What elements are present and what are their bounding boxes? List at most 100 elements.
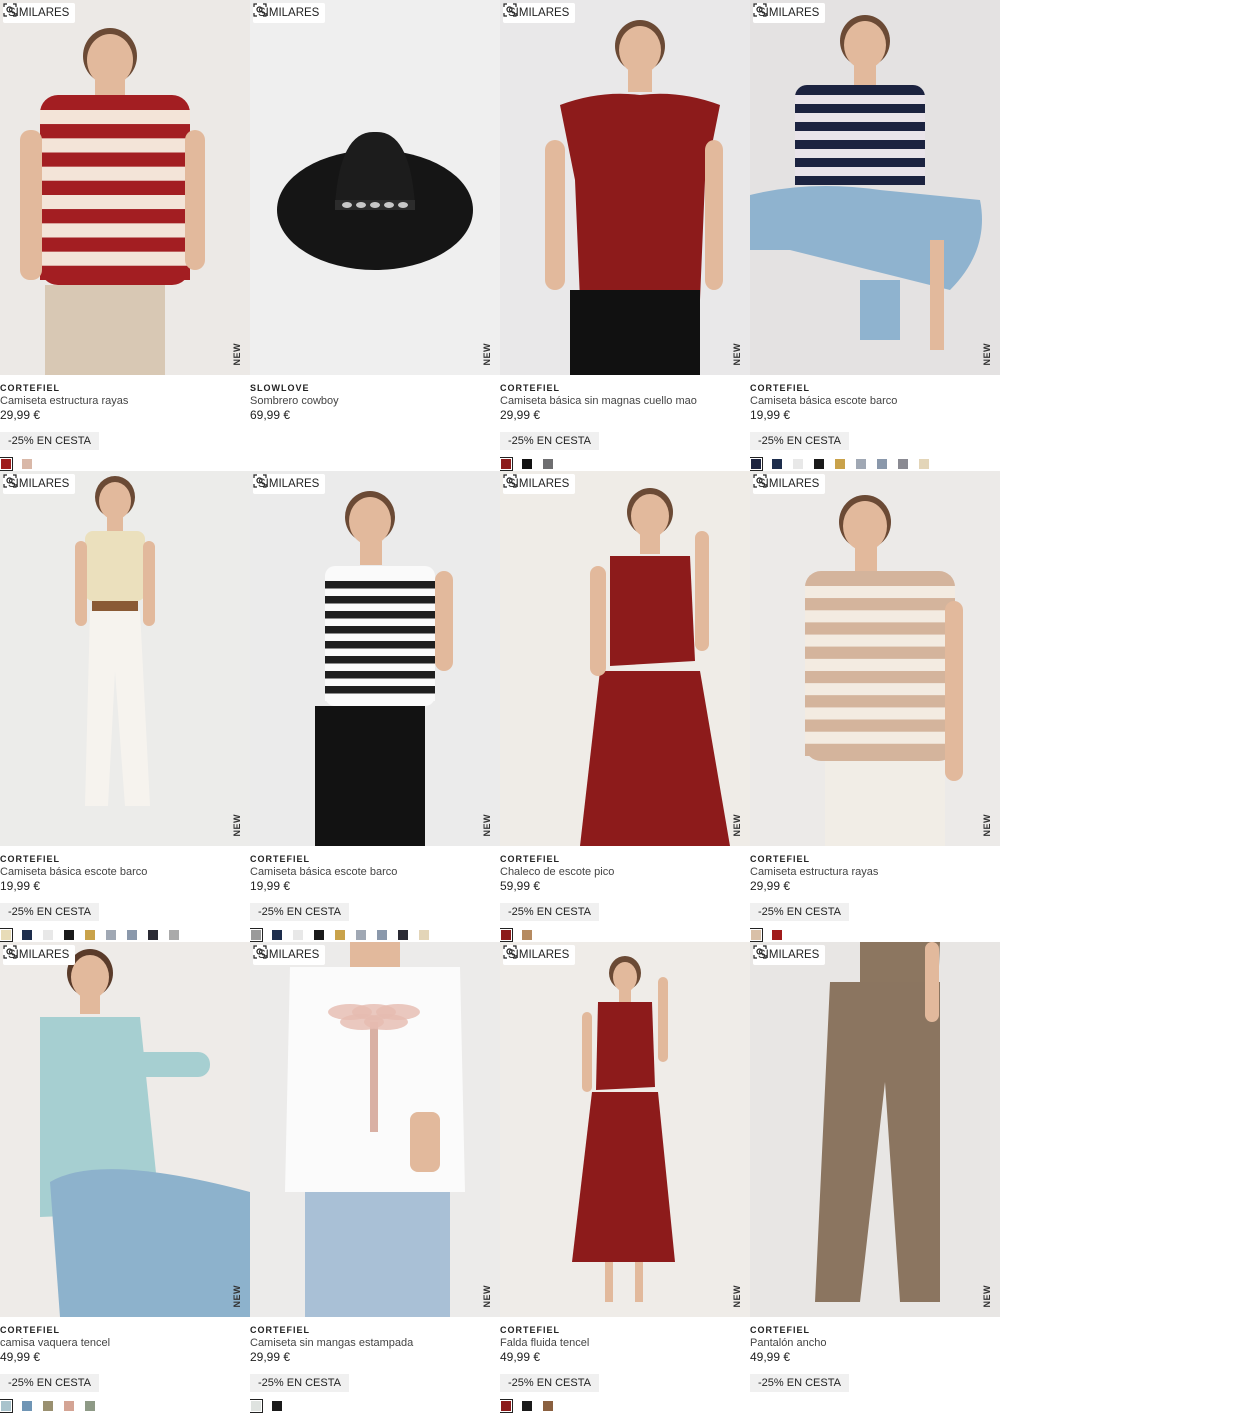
color-swatch[interactable] — [85, 1401, 95, 1411]
color-swatch[interactable] — [750, 457, 763, 471]
similar-button[interactable]: SIMILARES — [3, 945, 76, 965]
color-swatch[interactable] — [43, 1401, 53, 1411]
color-swatch[interactable] — [22, 459, 32, 469]
color-swatch[interactable] — [835, 459, 845, 469]
similar-button[interactable]: SIMILARES — [3, 474, 76, 494]
product-card[interactable]: SIMILARES NEW CORTEFIEL camisa vaquera tenc… — [0, 942, 250, 1413]
product-name[interactable]: Camiseta básica escote barco — [0, 865, 248, 879]
color-swatch[interactable] — [522, 459, 532, 469]
color-swatch[interactable] — [522, 930, 532, 940]
color-swatch[interactable] — [772, 930, 782, 940]
similar-label: SIMILARES — [758, 7, 820, 19]
product-card[interactable]: SIMILARES NEW CORTEFIEL Camiseta estructura… — [0, 0, 250, 471]
product-name[interactable]: Camiseta básica sin magnas cuello mao — [500, 394, 748, 408]
product-photo — [572, 956, 675, 1302]
color-swatch[interactable] — [22, 1401, 32, 1411]
product-card[interactable]: SIMILARES NEW CORTEFIEL Camiseta básica esc… — [0, 471, 250, 942]
color-swatch[interactable] — [772, 459, 782, 469]
product-image[interactable]: SIMILARES NEW — [500, 942, 750, 1317]
similar-label: SIMILARES — [508, 478, 570, 490]
product-card[interactable]: SIMILARES NEW SLOWLOVE Sombrero cowboy 69,99… — [250, 0, 500, 471]
similar-button[interactable]: SIMILARES — [253, 945, 326, 965]
color-swatch[interactable] — [750, 928, 763, 942]
product-card[interactable]: SIMILARES NEW CORTEFIEL Camiseta sin mangas… — [250, 942, 500, 1413]
product-card[interactable]: SIMILARES NEW CORTEFIEL Camiseta básica esc… — [250, 471, 500, 942]
product-image[interactable]: SIMILARES NEW — [750, 471, 1000, 846]
color-swatch[interactable] — [356, 930, 366, 940]
color-swatch[interactable] — [106, 930, 116, 940]
product-image[interactable]: SIMILARES NEW — [250, 471, 500, 846]
product-name[interactable]: Camiseta básica escote barco — [250, 865, 498, 879]
product-image[interactable]: SIMILARES NEW — [250, 942, 500, 1317]
similar-button[interactable]: SIMILARES — [753, 3, 826, 23]
product-name[interactable]: camisa vaquera tencel — [0, 1336, 248, 1350]
color-swatch[interactable] — [856, 459, 866, 469]
product-image[interactable]: SIMILARES NEW — [750, 942, 1000, 1317]
product-name[interactable]: Sombrero cowboy — [250, 394, 498, 408]
color-swatch[interactable] — [272, 1401, 282, 1411]
product-image[interactable]: SIMILARES NEW — [0, 0, 250, 375]
similar-button[interactable]: SIMILARES — [503, 3, 576, 23]
color-swatch[interactable] — [148, 930, 158, 940]
product-image[interactable]: SIMILARES NEW — [500, 471, 750, 846]
color-swatch[interactable] — [43, 930, 53, 940]
product-card[interactable]: SIMILARES NEW CORTEFIEL Falda fluida tencel… — [500, 942, 750, 1413]
color-swatch[interactable] — [272, 930, 282, 940]
color-swatch[interactable] — [398, 930, 408, 940]
color-swatch[interactable] — [543, 459, 553, 469]
product-name[interactable]: Falda fluida tencel — [500, 1336, 748, 1350]
color-swatch[interactable] — [522, 1401, 532, 1411]
product-card[interactable]: SIMILARES NEW CORTEFIEL Chaleco de escote p… — [500, 471, 750, 942]
color-swatch[interactable] — [0, 928, 13, 942]
color-swatch[interactable] — [419, 930, 429, 940]
product-card[interactable]: SIMILARES NEW CORTEFIEL Camiseta básica sin… — [500, 0, 750, 471]
color-swatch[interactable] — [293, 930, 303, 940]
color-swatch[interactable] — [500, 928, 513, 942]
color-swatch[interactable] — [898, 459, 908, 469]
similar-button[interactable]: SIMILARES — [753, 474, 826, 494]
color-swatch[interactable] — [85, 930, 95, 940]
similar-button[interactable]: SIMILARES — [753, 945, 826, 965]
similar-button[interactable]: SIMILARES — [253, 474, 326, 494]
color-swatch[interactable] — [0, 457, 13, 471]
color-swatch[interactable] — [250, 928, 263, 942]
similar-button[interactable]: SIMILARES — [503, 945, 576, 965]
color-swatch[interactable] — [543, 1401, 553, 1411]
color-swatch[interactable] — [169, 930, 179, 940]
color-swatch[interactable] — [64, 1401, 74, 1411]
visual-search-icon — [3, 945, 17, 959]
promo-badge: -25% EN CESTA — [250, 1374, 349, 1392]
visual-search-icon — [3, 3, 17, 17]
product-name[interactable]: Pantalón ancho — [750, 1336, 998, 1350]
color-swatch[interactable] — [814, 459, 824, 469]
product-image[interactable]: SIMILARES NEW — [250, 0, 500, 375]
color-swatch[interactable] — [127, 930, 137, 940]
product-image[interactable]: SIMILARES NEW — [750, 0, 1000, 375]
color-swatch[interactable] — [22, 930, 32, 940]
product-card[interactable]: SIMILARES NEW CORTEFIEL Pantalón ancho 49,99… — [750, 942, 1000, 1413]
similar-button[interactable]: SIMILARES — [253, 3, 326, 23]
color-swatch[interactable] — [64, 930, 74, 940]
similar-button[interactable]: SIMILARES — [3, 3, 76, 23]
product-name[interactable]: Camiseta estructura rayas — [750, 865, 998, 879]
product-name[interactable]: Chaleco de escote pico — [500, 865, 748, 879]
product-image[interactable]: SIMILARES NEW — [500, 0, 750, 375]
color-swatch[interactable] — [793, 459, 803, 469]
product-name[interactable]: Camiseta sin mangas estampada — [250, 1336, 498, 1350]
color-swatch[interactable] — [335, 930, 345, 940]
color-swatch[interactable] — [250, 1399, 263, 1413]
similar-button[interactable]: SIMILARES — [503, 474, 576, 494]
color-swatch[interactable] — [877, 459, 887, 469]
product-name[interactable]: Camiseta estructura rayas — [0, 394, 248, 408]
color-swatch[interactable] — [500, 457, 513, 471]
product-image[interactable]: SIMILARES NEW — [0, 942, 250, 1317]
color-swatch[interactable] — [314, 930, 324, 940]
product-name[interactable]: Camiseta básica escote barco — [750, 394, 998, 408]
product-image[interactable]: SIMILARES NEW — [0, 471, 250, 846]
product-card[interactable]: SIMILARES NEW CORTEFIEL Camiseta estructura… — [750, 471, 1000, 942]
color-swatch[interactable] — [500, 1399, 513, 1413]
color-swatch[interactable] — [919, 459, 929, 469]
product-card[interactable]: SIMILARES NEW CORTEFIEL Camiseta básica esc… — [750, 0, 1000, 471]
color-swatch[interactable] — [0, 1399, 13, 1413]
color-swatch[interactable] — [377, 930, 387, 940]
